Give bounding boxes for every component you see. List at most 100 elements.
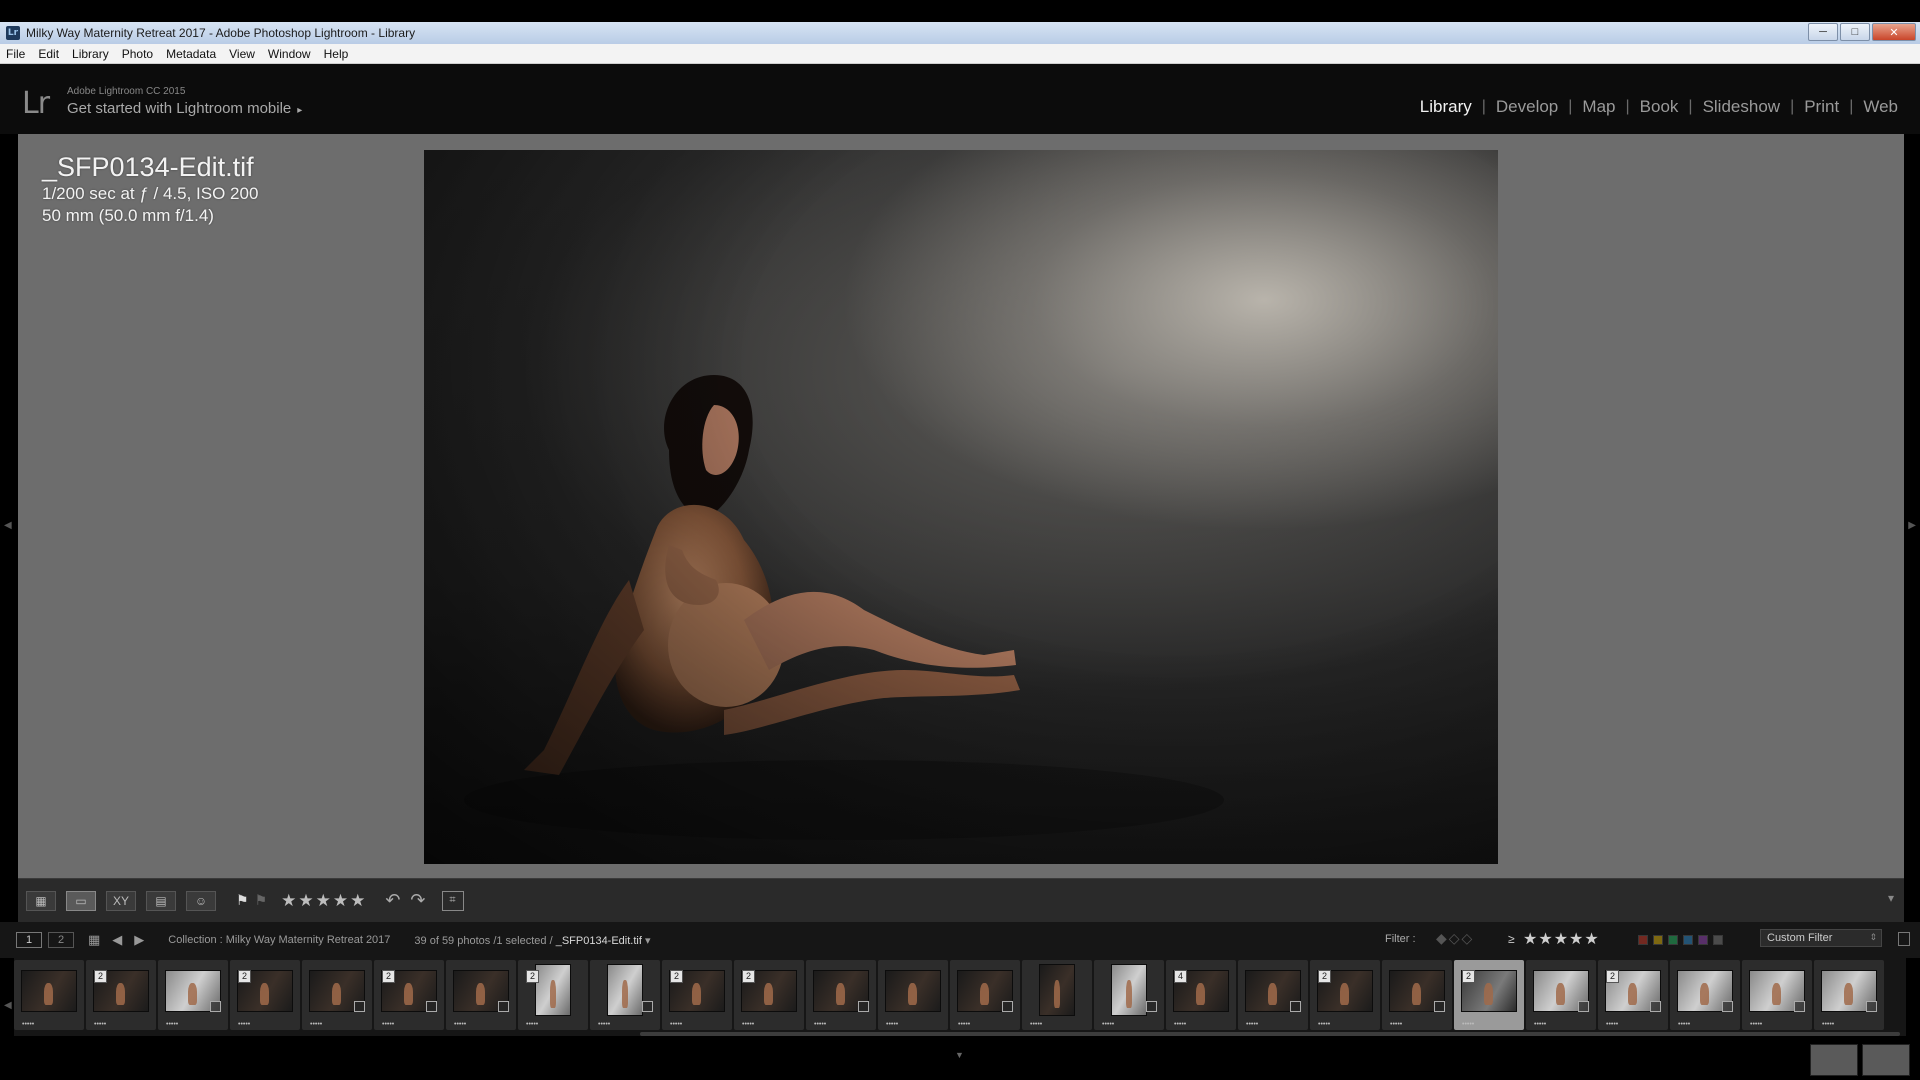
stack-count-badge[interactable]: 2 [382, 970, 396, 983]
thumbnail-rating[interactable]: ••••• [238, 1021, 250, 1028]
right-panel-toggle-icon[interactable]: ▶ [1908, 520, 1916, 531]
rotate-left-icon[interactable]: ↶ [385, 890, 400, 911]
module-web[interactable]: Web [1853, 97, 1908, 117]
thumbnail-rating[interactable]: ••••• [310, 1021, 322, 1028]
minimize-button[interactable]: ─ [1808, 23, 1838, 41]
filmstrip-thumbnail[interactable]: 2 ••••• [86, 960, 156, 1030]
main-window-button[interactable]: 1 [16, 932, 42, 948]
filmstrip-thumbnail[interactable]: 2 ••••• [1454, 960, 1524, 1030]
maximize-button[interactable]: □ [1840, 23, 1870, 41]
thumbnail-rating[interactable]: ••••• [886, 1021, 898, 1028]
thumbnail-rating[interactable]: ••••• [742, 1021, 754, 1028]
filmstrip-thumbnail[interactable]: ••••• [1670, 960, 1740, 1030]
back-arrow-icon[interactable]: ◀ [112, 932, 122, 948]
filmstrip-thumbnail[interactable]: 2 ••••• [230, 960, 300, 1030]
chevron-down-icon[interactable]: ▾ [645, 935, 651, 947]
toolbar-menu-chevron-icon[interactable]: ▾ [1888, 891, 1894, 905]
filmstrip-thumbnail[interactable]: 2 ••••• [662, 960, 732, 1030]
filmstrip-thumbnail[interactable]: ••••• [1742, 960, 1812, 1030]
filmstrip-thumbnail[interactable]: ••••• [1022, 960, 1092, 1030]
left-panel-toggle-icon[interactable]: ◀ [4, 520, 12, 531]
thumbnail-rating[interactable]: ••••• [1102, 1021, 1114, 1028]
filmstrip-thumbnail[interactable]: 2 ••••• [1598, 960, 1668, 1030]
main-photo[interactable] [424, 150, 1498, 864]
filmstrip-thumbnail[interactable]: ••••• [302, 960, 372, 1030]
module-print[interactable]: Print [1794, 97, 1849, 117]
stack-count-badge[interactable]: 2 [94, 970, 108, 983]
stack-count-badge[interactable]: 2 [1462, 970, 1476, 983]
menu-edit[interactable]: Edit [38, 47, 59, 61]
stack-count-badge[interactable]: 2 [670, 970, 684, 983]
grid-icon[interactable]: ▦ [88, 932, 100, 948]
color-label-none[interactable] [1713, 935, 1723, 945]
rating-operator[interactable]: ≥ [1508, 932, 1515, 946]
second-window-button[interactable]: 2 [48, 932, 74, 948]
thumbnail-rating[interactable]: ••••• [22, 1021, 34, 1028]
filmstrip-thumbnail[interactable]: ••••• [1382, 960, 1452, 1030]
filmstrip-thumbnail[interactable]: ••••• [806, 960, 876, 1030]
filmstrip-thumbnail[interactable]: ••••• [950, 960, 1020, 1030]
filmstrip-scrollbar[interactable] [640, 1032, 1900, 1036]
stack-count-badge[interactable]: 2 [1606, 970, 1620, 983]
filmstrip-thumbnail[interactable]: 2 ••••• [1310, 960, 1380, 1030]
loupe-view-icon[interactable]: ▭ [66, 890, 96, 911]
module-library[interactable]: Library [1410, 97, 1482, 117]
collection-source[interactable]: Collection : Milky Way Maternity Retreat… [168, 934, 390, 946]
menu-library[interactable]: Library [72, 47, 109, 61]
thumbnail-rating[interactable]: ••••• [1822, 1021, 1834, 1028]
rotate-right-icon[interactable]: ↷ [410, 890, 425, 911]
thumbnail-rating[interactable]: ••••• [1390, 1021, 1402, 1028]
thumbnail-rating[interactable]: ••••• [1174, 1021, 1186, 1028]
flag-filter-icons[interactable]: ◆◇◇ [1436, 930, 1474, 947]
color-label-blue[interactable] [1683, 935, 1693, 945]
filmstrip-thumbnail[interactable]: ••••• [158, 960, 228, 1030]
custom-filter-select[interactable]: Custom Filter ⇕ [1760, 929, 1882, 947]
thumbnail-rating[interactable]: ••••• [166, 1021, 178, 1028]
module-map[interactable]: Map [1572, 97, 1625, 117]
stack-count-badge[interactable]: 2 [238, 970, 252, 983]
filmstrip-thumbnail[interactable]: ••••• [590, 960, 660, 1030]
thumbnail-rating[interactable]: ••••• [454, 1021, 466, 1028]
lightroom-mobile-link[interactable]: Get started with Lightroom mobile ▸ [67, 100, 302, 117]
menu-metadata[interactable]: Metadata [166, 47, 216, 61]
thumbnail-rating[interactable]: ••••• [1678, 1021, 1690, 1028]
rating-filter-stars[interactable]: ★★★★★ [1523, 929, 1600, 949]
filmstrip-thumbnail[interactable]: 2 ••••• [518, 960, 588, 1030]
thumbnail-rating[interactable]: ••••• [1030, 1021, 1042, 1028]
menu-file[interactable]: File [6, 47, 25, 61]
color-label-yellow[interactable] [1653, 935, 1663, 945]
thumbnail-rating[interactable]: ••••• [670, 1021, 682, 1028]
menu-window[interactable]: Window [268, 47, 311, 61]
module-develop[interactable]: Develop [1486, 97, 1568, 117]
filmstrip-thumbnail[interactable]: ••••• [446, 960, 516, 1030]
filmstrip-thumbnail[interactable]: ••••• [1094, 960, 1164, 1030]
grid-view-icon[interactable]: ▦ [26, 890, 56, 911]
flag-reject-icon[interactable]: ⚑ [255, 892, 268, 909]
filter-lock-icon[interactable] [1898, 932, 1910, 946]
filmstrip-thumbnail[interactable]: ••••• [878, 960, 948, 1030]
color-label-red[interactable] [1638, 935, 1648, 945]
thumbnail-rating[interactable]: ••••• [94, 1021, 106, 1028]
thumbnail-rating[interactable]: ••••• [526, 1021, 538, 1028]
stack-count-badge[interactable]: 2 [526, 970, 540, 983]
module-slideshow[interactable]: Slideshow [1693, 97, 1791, 117]
thumbnail-rating[interactable]: ••••• [1318, 1021, 1330, 1028]
filmstrip-thumbnail[interactable]: ••••• [1526, 960, 1596, 1030]
thumbnail-rating[interactable]: ••••• [382, 1021, 394, 1028]
star-rating[interactable]: ★★★★★ [281, 891, 367, 911]
stack-count-badge[interactable]: 4 [1174, 970, 1188, 983]
filmstrip-thumbnail[interactable]: ••••• [1814, 960, 1884, 1030]
stack-count-badge[interactable]: 2 [1318, 970, 1332, 983]
thumbnail-rating[interactable]: ••••• [1462, 1021, 1474, 1028]
thumbnail-rating[interactable]: ••••• [814, 1021, 826, 1028]
filmstrip-thumbnail[interactable]: 2 ••••• [734, 960, 804, 1030]
thumbnail-rating[interactable]: ••••• [958, 1021, 970, 1028]
thumbnail-rating[interactable]: ••••• [1534, 1021, 1546, 1028]
filmstrip-thumbnail[interactable]: ••••• [14, 960, 84, 1030]
stack-count-badge[interactable]: 2 [742, 970, 756, 983]
menu-photo[interactable]: Photo [122, 47, 153, 61]
menu-view[interactable]: View [229, 47, 255, 61]
filmstrip-thumbnail[interactable]: 4 ••••• [1166, 960, 1236, 1030]
flag-pick-icon[interactable]: ⚑ [236, 892, 249, 909]
compare-view-icon[interactable]: XY [106, 890, 136, 911]
